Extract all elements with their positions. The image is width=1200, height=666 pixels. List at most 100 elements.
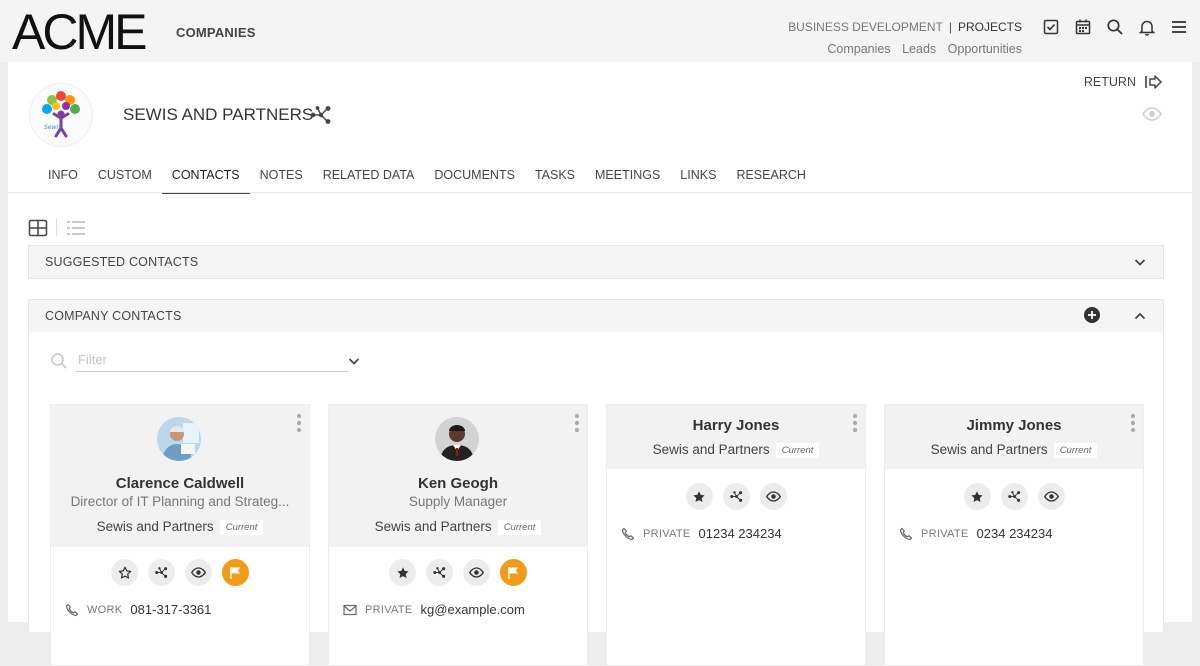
network-icon	[729, 491, 742, 502]
tab-related-data[interactable]: RELATED DATA	[313, 166, 425, 192]
contact-name[interactable]: Jimmy Jones	[885, 417, 1143, 434]
nav-business-development[interactable]: BUSINESS DEVELOPMENT	[788, 20, 943, 34]
status-badge: Current	[497, 519, 542, 535]
favorite-button[interactable]	[389, 559, 416, 586]
company-contacts-header[interactable]: COMPANY CONTACTS	[28, 299, 1164, 333]
contact-card[interactable]: Jimmy Jones Sewis and Partners Current PR…	[884, 404, 1144, 666]
network-icon	[433, 567, 446, 578]
contact-type-label: PRIVATE	[643, 527, 691, 540]
tab-contacts[interactable]: CONTACTS	[161, 166, 250, 194]
tab-info[interactable]: INFO	[38, 166, 88, 192]
network-icon[interactable]	[309, 104, 333, 126]
contact-name[interactable]: Clarence Caldwell	[51, 475, 309, 492]
network-button[interactable]	[1000, 483, 1028, 510]
tab-research[interactable]: RESEARCH	[726, 166, 815, 192]
contact-card[interactable]: Harry Jones Sewis and Partners Current PR…	[606, 404, 866, 666]
search-icon[interactable]	[1106, 18, 1124, 36]
contact-card[interactable]: Ken Geogh Supply Manager Sewis and Partn…	[328, 404, 588, 666]
network-icon	[155, 567, 168, 578]
contact-phone[interactable]: PRIVATE 0234 234234	[899, 526, 1052, 541]
contact-type-label: PRIVATE	[365, 603, 413, 616]
contact-company: Sewis and Partners Current	[51, 519, 309, 535]
contact-card[interactable]: Clarence Caldwell Director of IT Plannin…	[50, 404, 310, 666]
tab-documents[interactable]: DOCUMENTS	[424, 166, 525, 192]
section-title: COMPANIES	[176, 25, 256, 40]
contact-name[interactable]: Harry Jones	[607, 417, 865, 434]
filter-chevron-down-icon[interactable]	[347, 354, 361, 368]
status-badge: Current	[1053, 442, 1098, 458]
network-button[interactable]	[426, 559, 453, 586]
contact-company-name: Sewis and Partners	[374, 519, 492, 534]
contact-name[interactable]: Ken Geogh	[329, 475, 587, 492]
hamburger-menu-icon[interactable]	[1170, 18, 1188, 36]
network-button[interactable]	[722, 483, 750, 510]
contact-company: Sewis and Partners Current	[329, 519, 587, 535]
avatar	[435, 417, 479, 461]
return-button[interactable]: RETURN	[1084, 74, 1162, 90]
flag-icon	[508, 566, 518, 579]
nav-projects[interactable]: PROJECTS	[958, 20, 1022, 34]
list-view-icon[interactable]	[66, 219, 86, 237]
nav-companies[interactable]: Companies	[827, 42, 890, 56]
contact-company: Sewis and Partners Current	[885, 442, 1143, 458]
favorite-button[interactable]	[963, 483, 991, 510]
contact-card-header	[607, 405, 865, 469]
favorite-button[interactable]	[111, 559, 138, 586]
flag-button[interactable]	[500, 559, 527, 586]
return-label: RETURN	[1083, 75, 1136, 89]
company-panel: Sewis SEWIS AND PARTNERS RETURN INFO CUS…	[8, 62, 1192, 666]
chevron-down-icon[interactable]	[1133, 255, 1147, 269]
network-icon	[1007, 491, 1020, 502]
suggested-contacts-header[interactable]: SUGGESTED CONTACTS	[28, 245, 1164, 279]
view-button[interactable]	[759, 483, 787, 510]
contact-actions	[329, 559, 587, 586]
watch-eye-icon[interactable]	[1142, 106, 1162, 122]
tab-bar: INFO CUSTOM CONTACTS NOTES RELATED DATA …	[38, 166, 816, 194]
add-contact-button[interactable]	[1083, 306, 1101, 324]
envelope-icon	[343, 604, 357, 615]
avatar	[157, 417, 201, 461]
nav-opportunities[interactable]: Opportunities	[948, 42, 1022, 56]
network-button[interactable]	[148, 559, 175, 586]
contact-phone[interactable]: PRIVATE 01234 234234	[621, 526, 782, 541]
nav-leads[interactable]: Leads	[902, 42, 936, 56]
contact-actions	[51, 559, 309, 586]
chevron-up-icon[interactable]	[1133, 309, 1147, 323]
tab-links[interactable]: LINKS	[670, 166, 726, 192]
view-button[interactable]	[1037, 483, 1065, 510]
star-filled-icon	[396, 566, 409, 578]
contact-value: 081-317-3361	[130, 602, 212, 617]
acme-logo[interactable]: ACME	[12, 6, 147, 58]
tab-notes[interactable]: NOTES	[250, 166, 313, 192]
flag-button[interactable]	[222, 559, 249, 586]
contact-company: Sewis and Partners Current	[607, 442, 865, 458]
contact-email[interactable]: PRIVATE kg@example.com	[343, 602, 525, 617]
search-icon	[50, 352, 68, 370]
tab-tasks[interactable]: TASKS	[525, 166, 585, 192]
sub-nav: Companies Leads Opportunities	[819, 42, 1022, 56]
svg-text:Sewis: Sewis	[44, 124, 61, 131]
contact-company-name: Sewis and Partners	[930, 442, 1048, 457]
calendar-icon[interactable]	[1074, 18, 1092, 36]
more-vertical-icon[interactable]	[295, 413, 303, 433]
view-divider	[56, 219, 57, 236]
star-outline-icon	[118, 566, 131, 579]
contact-value: kg@example.com	[420, 602, 525, 617]
contact-phone[interactable]: WORK 081-317-3361	[65, 602, 211, 617]
contact-value: 0234 234234	[976, 526, 1053, 541]
grid-view-icon[interactable]	[28, 219, 48, 237]
favorite-button[interactable]	[685, 483, 713, 510]
tab-custom[interactable]: CUSTOM	[88, 166, 162, 192]
eye-icon	[191, 567, 206, 578]
view-button[interactable]	[185, 559, 212, 586]
star-filled-icon	[693, 490, 705, 502]
filter-input[interactable]	[76, 347, 348, 372]
view-button[interactable]	[463, 559, 490, 586]
more-vertical-icon[interactable]	[573, 413, 581, 433]
checkbox-icon[interactable]	[1042, 18, 1060, 36]
tab-meetings[interactable]: MEETINGS	[585, 166, 670, 192]
company-name: SEWIS AND PARTNERS	[123, 105, 314, 124]
star-filled-icon	[971, 490, 983, 502]
bell-icon[interactable]	[1138, 18, 1156, 36]
company-contacts-title: COMPANY CONTACTS	[45, 309, 182, 323]
